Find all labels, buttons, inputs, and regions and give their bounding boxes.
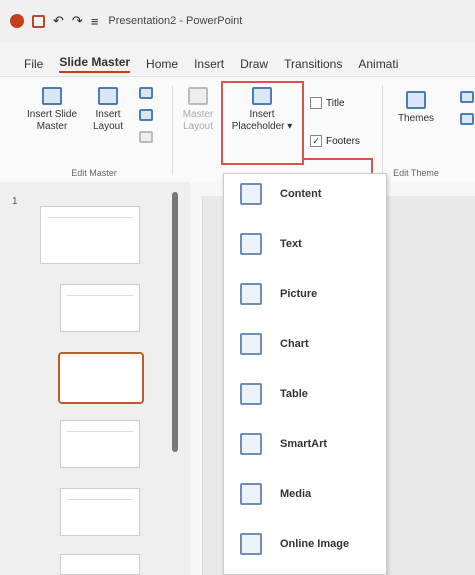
title-checkbox-box: [310, 97, 322, 109]
insert-layout-button[interactable]: Insert Layout: [86, 87, 130, 133]
menu-item-smartart[interactable]: SmartArt: [224, 424, 384, 464]
ribbon-separator: [172, 85, 173, 175]
title-checkbox[interactable]: Title: [310, 97, 345, 109]
redo-icon[interactable]: ↷: [72, 13, 83, 29]
text-icon: [240, 233, 262, 255]
fonts-icon[interactable]: [460, 113, 474, 125]
customize-toolbar-icon[interactable]: ≡: [91, 14, 99, 29]
online-image-icon: [240, 533, 262, 555]
undo-icon[interactable]: ↶: [53, 13, 64, 29]
footers-checkbox-label: Footers: [326, 135, 360, 147]
tab-insert[interactable]: Insert: [194, 57, 224, 71]
vertical-ruler: [190, 196, 203, 575]
master-thumbnail[interactable]: [40, 206, 140, 264]
slide-master-icon: [42, 87, 62, 105]
master-layout-icon: [188, 87, 208, 105]
layout-thumbnail[interactable]: [60, 554, 140, 575]
tab-slide-master[interactable]: Slide Master: [59, 55, 131, 73]
smartart-icon: [240, 433, 262, 455]
themes-label: Themes: [397, 113, 435, 124]
chart-icon: [240, 333, 262, 355]
content-icon: [240, 183, 262, 205]
table-icon: [240, 383, 262, 405]
layout-icon: [98, 87, 118, 105]
menu-connector-highlight: [303, 158, 373, 174]
media-icon: [240, 483, 262, 505]
rename-icon[interactable]: [139, 109, 153, 121]
quick-access-toolbar: ↶ ↷ ≡: [0, 13, 98, 29]
master-layout-button[interactable]: Master Layout: [178, 87, 218, 133]
menu-item-media[interactable]: Media: [224, 474, 384, 514]
insert-slide-master-button[interactable]: Insert Slide Master: [22, 87, 82, 133]
edit-master-group-label: Edit Master: [71, 168, 117, 178]
colors-icon[interactable]: [460, 91, 474, 103]
footers-checkbox[interactable]: ✓ Footers: [310, 135, 360, 147]
powerpoint-logo-icon: [10, 14, 24, 28]
picture-icon: [240, 283, 262, 305]
edit-theme-group-label: Edit Theme: [393, 168, 439, 178]
slide-number: 1: [12, 196, 18, 207]
tab-home[interactable]: Home: [146, 57, 178, 71]
delete-icon[interactable]: [139, 87, 153, 99]
tab-draw[interactable]: Draw: [240, 57, 268, 71]
thumbnail-scrollbar[interactable]: [172, 192, 178, 452]
title-checkbox-label: Title: [326, 97, 345, 109]
layout-thumbnail[interactable]: [60, 420, 140, 468]
menu-item-content[interactable]: Content: [224, 174, 384, 214]
layout-thumbnail[interactable]: [60, 488, 140, 536]
preserve-icon[interactable]: [139, 131, 153, 143]
footers-checkbox-box: ✓: [310, 135, 322, 147]
window-title: Presentation2 - PowerPoint: [108, 15, 243, 27]
themes-button[interactable]: Themes: [390, 91, 442, 125]
ribbon-tabs: File Slide Master Home Insert Draw Trans…: [0, 54, 475, 74]
tab-transitions[interactable]: Transitions: [284, 57, 342, 71]
insert-slide-master-label: Insert Slide Master: [26, 109, 78, 132]
tab-file[interactable]: File: [24, 57, 43, 71]
insert-placeholder-menu: Content Text Picture Chart Table SmartAr…: [223, 173, 387, 575]
title-bar: ↶ ↷ ≡ Presentation2 - PowerPoint: [0, 0, 475, 42]
ribbon-separator: [382, 85, 383, 175]
layout-thumbnail[interactable]: [60, 284, 140, 332]
themes-icon: [406, 91, 426, 109]
save-icon[interactable]: [32, 14, 45, 28]
insert-layout-label: Insert Layout: [92, 109, 124, 132]
master-layout-label: Master Layout: [182, 109, 214, 132]
menu-item-chart[interactable]: Chart: [224, 324, 384, 364]
edit-master-group: Insert Slide Master Insert Layout Edit M…: [14, 77, 174, 182]
menu-item-online-image[interactable]: Online Image: [224, 524, 384, 564]
insert-placeholder-highlight: [221, 81, 304, 165]
layout-thumbnail[interactable]: [58, 352, 144, 404]
menu-item-picture[interactable]: Picture: [224, 274, 384, 314]
thumbnail-pane: 1: [0, 182, 190, 575]
menu-item-text[interactable]: Text: [224, 224, 384, 264]
tab-animations[interactable]: Animati: [358, 57, 398, 71]
menu-item-table[interactable]: Table: [224, 374, 384, 414]
